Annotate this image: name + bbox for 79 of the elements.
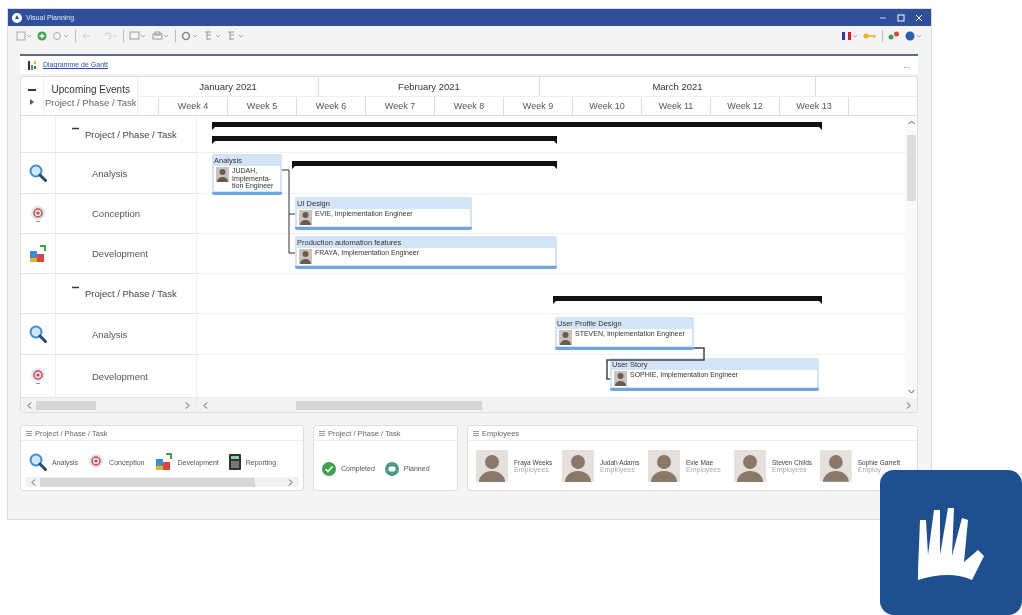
users-icon[interactable] <box>888 31 900 41</box>
avatar-silhouette-icon <box>299 249 312 264</box>
column-title: Upcoming Events <box>51 84 130 95</box>
row-label: Analysis <box>92 167 128 179</box>
person-silhouette-icon <box>476 449 508 482</box>
month-header: March 2021 <box>540 77 816 96</box>
gantt-chart-icon <box>28 60 39 70</box>
scroll-left-icon[interactable] <box>203 401 208 409</box>
add-icon[interactable] <box>37 31 47 41</box>
avatar-silhouette-icon <box>559 330 572 345</box>
target-head-icon <box>30 367 46 385</box>
summary-bar[interactable] <box>212 122 822 130</box>
person-silhouette-icon <box>734 449 766 482</box>
key-icon[interactable] <box>863 31 877 41</box>
week-header: Week 6 <box>297 96 366 115</box>
week-header: Week 12 <box>711 96 780 115</box>
maximize-icon[interactable] <box>897 13 905 22</box>
scroll-right-icon[interactable] <box>288 478 293 486</box>
scroll-up-icon[interactable] <box>907 120 915 125</box>
target-head-icon <box>30 204 46 223</box>
avatar-silhouette-icon <box>216 167 229 182</box>
person-silhouette-icon <box>648 449 680 482</box>
hierarchy-icon[interactable] <box>204 31 222 41</box>
grid-icon[interactable] <box>16 31 32 41</box>
scrollbar-thumb[interactable] <box>36 400 96 410</box>
hierarchy-icon[interactable] <box>227 31 245 41</box>
app-logo-icon <box>12 12 22 23</box>
week-header: Week 8 <box>435 96 504 115</box>
monitor-icon[interactable] <box>129 31 147 41</box>
flag-icon[interactable] <box>842 31 858 41</box>
magnifier-icon <box>29 325 47 343</box>
chat-bubble-icon <box>384 461 399 476</box>
week-header: Week 10 <box>573 96 642 115</box>
expand-arrow-icon[interactable] <box>29 98 36 105</box>
calculator-icon <box>228 454 241 470</box>
help-icon[interactable] <box>905 31 923 41</box>
scroll-left-icon[interactable] <box>27 401 32 409</box>
scrollbar-thumb[interactable] <box>906 135 916 201</box>
row-label: Conception <box>92 208 141 219</box>
avatar-silhouette-icon <box>614 371 627 386</box>
check-circle-icon <box>322 461 336 476</box>
row-label: Development <box>92 370 148 382</box>
person-silhouette-icon <box>562 449 594 482</box>
month-header: January 2021 <box>138 77 319 96</box>
summary-bar[interactable] <box>553 296 822 304</box>
week-header: Week 11 <box>642 96 711 115</box>
scroll-down-icon[interactable] <box>907 389 915 394</box>
row-label: Project / Phase / Task <box>85 128 177 140</box>
target-head-icon <box>88 453 105 471</box>
month-header: February 2021 <box>319 77 540 96</box>
row-label: Analysis <box>92 328 128 340</box>
magnifier-icon <box>29 453 47 471</box>
scroll-right-icon[interactable] <box>906 401 911 409</box>
more-menu[interactable]: ... <box>903 60 910 70</box>
list-icon <box>26 430 32 436</box>
week-header: Week 9 <box>504 96 573 115</box>
list-icon <box>473 430 479 436</box>
scroll-left-icon[interactable] <box>31 478 36 486</box>
week-header: Week 13 <box>780 96 849 115</box>
magnifier-icon <box>29 164 47 182</box>
week-header: Week 5 <box>228 96 297 115</box>
week-header: Week 7 <box>366 96 435 115</box>
row-label: Development <box>92 248 148 259</box>
column-subtitle: Project / Phase / Task <box>44 97 137 108</box>
puzzle-icon <box>29 244 47 263</box>
avatar-silhouette-icon <box>299 210 312 225</box>
redo-icon[interactable] <box>102 31 118 41</box>
row-label: Project / Phase / Task <box>85 288 177 299</box>
week-header: Week 4 <box>159 96 228 115</box>
summary-bar[interactable] <box>292 161 557 169</box>
print-icon[interactable] <box>152 31 170 41</box>
scrollbar-thumb[interactable] <box>296 400 482 410</box>
puzzle-icon <box>154 453 173 471</box>
close-icon[interactable] <box>915 13 923 22</box>
list-icon <box>319 430 325 436</box>
scroll-right-icon[interactable] <box>185 401 190 409</box>
person-silhouette-icon <box>820 449 852 482</box>
scrollbar-thumb[interactable] <box>40 477 255 487</box>
summary-bar[interactable] <box>212 136 557 144</box>
